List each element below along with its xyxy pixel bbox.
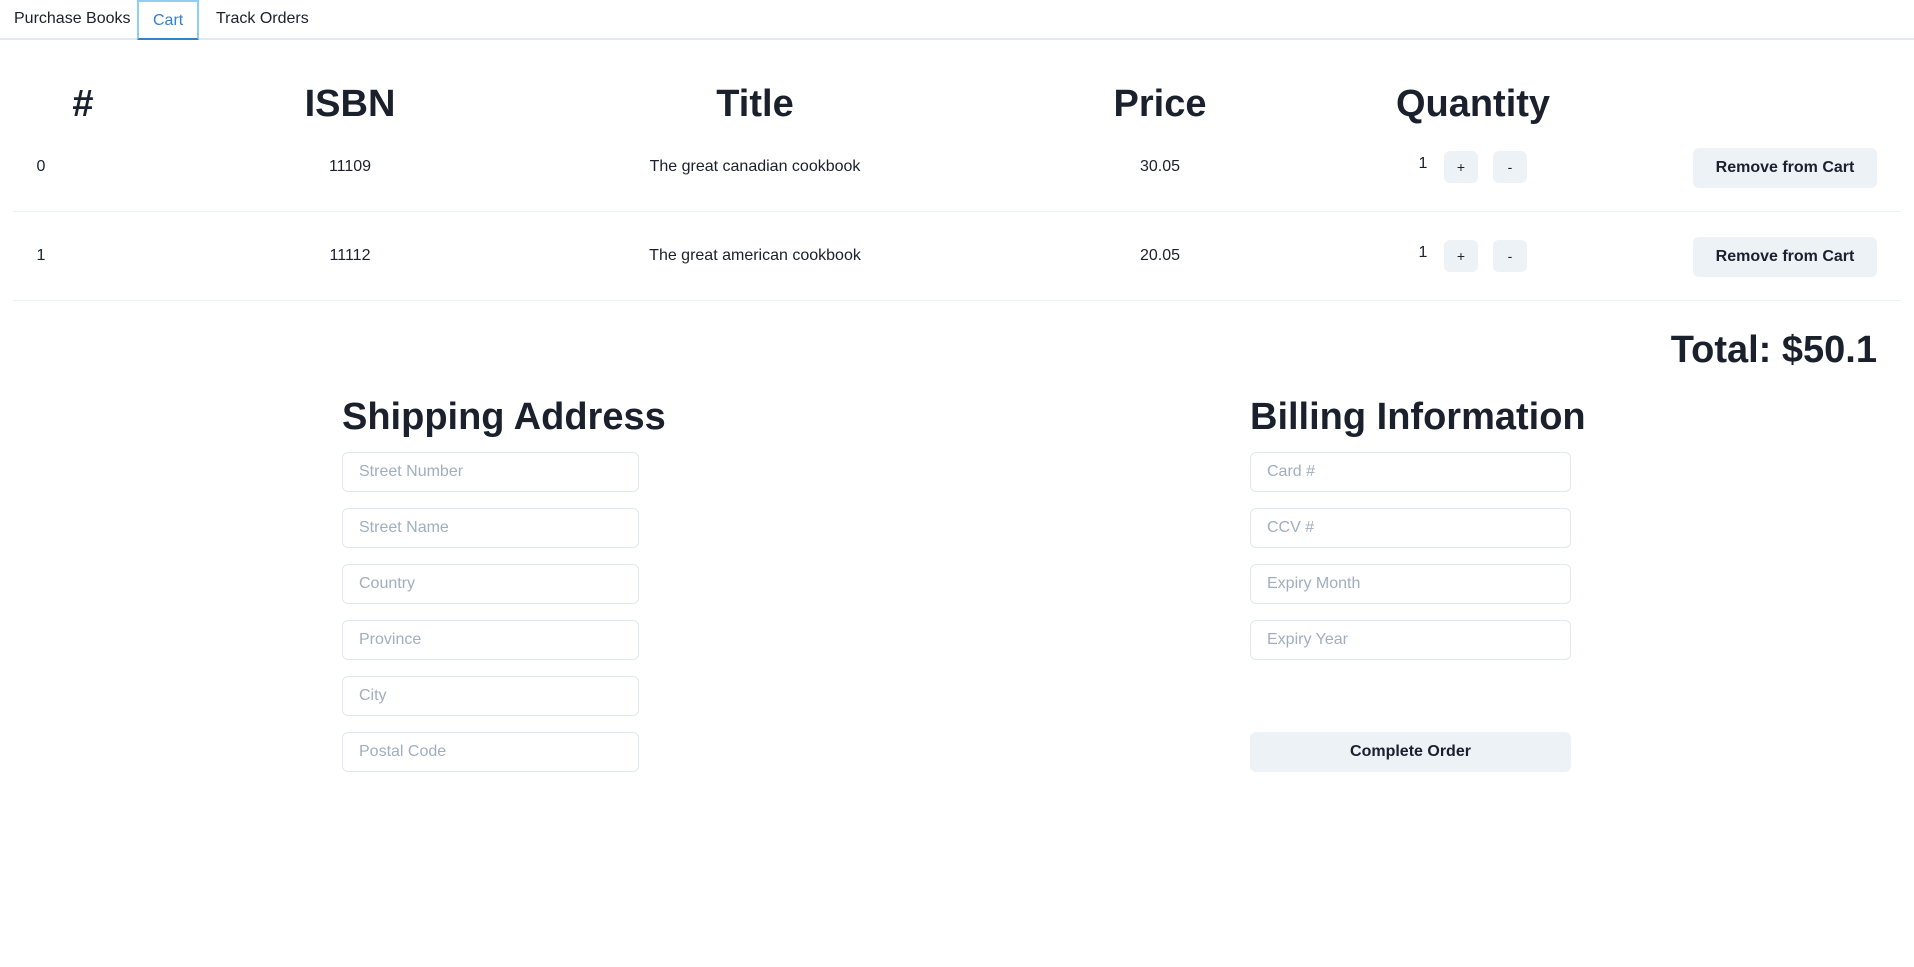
postal-code-input[interactable]	[342, 732, 639, 772]
column-header-title: Title	[716, 83, 794, 125]
tab-cart[interactable]: Cart	[137, 0, 200, 40]
tab-track-orders[interactable]: Track Orders	[202, 0, 323, 40]
shipping-title: Shipping Address	[342, 396, 666, 438]
row-title: The great american cookbook	[649, 247, 861, 264]
row-quantity: 1	[1418, 244, 1428, 261]
column-header-quantity: Quantity	[1395, 83, 1551, 125]
decrease-quantity-button[interactable]: -	[1493, 151, 1527, 183]
ccv-input[interactable]	[1250, 508, 1571, 548]
province-input[interactable]	[342, 620, 639, 660]
row-index: 1	[36, 247, 46, 264]
column-header-price: Price	[1113, 83, 1207, 125]
tab-purchase-books[interactable]: Purchase Books	[0, 0, 145, 40]
street-name-input[interactable]	[342, 508, 639, 548]
increase-quantity-button[interactable]: +	[1444, 240, 1478, 272]
remove-from-cart-button[interactable]: Remove from Cart	[1693, 237, 1877, 277]
cart-total: Total: $50.1	[1670, 329, 1877, 371]
complete-order-button[interactable]: Complete Order	[1250, 732, 1571, 772]
row-divider	[13, 300, 1901, 301]
increase-quantity-button[interactable]: +	[1444, 151, 1478, 183]
row-index: 0	[36, 158, 46, 175]
street-number-input[interactable]	[342, 452, 639, 492]
expiry-year-input[interactable]	[1250, 620, 1571, 660]
column-header-isbn: ISBN	[304, 83, 396, 125]
tab-bar: Purchase Books Cart Track Orders	[0, 0, 1914, 40]
row-divider	[13, 211, 1901, 212]
remove-from-cart-button[interactable]: Remove from Cart	[1693, 148, 1877, 188]
card-number-input[interactable]	[1250, 452, 1571, 492]
row-quantity: 1	[1418, 155, 1428, 172]
expiry-month-input[interactable]	[1250, 564, 1571, 604]
decrease-quantity-button[interactable]: -	[1493, 240, 1527, 272]
row-isbn: 11112	[329, 247, 371, 264]
country-input[interactable]	[342, 564, 639, 604]
row-isbn: 11109	[328, 158, 372, 175]
row-price: 20.05	[1139, 247, 1181, 264]
row-price: 30.05	[1139, 158, 1181, 175]
billing-title: Billing Information	[1250, 396, 1586, 438]
column-header-index: #	[72, 83, 94, 125]
city-input[interactable]	[342, 676, 639, 716]
row-title: The great canadian cookbook	[649, 158, 861, 175]
